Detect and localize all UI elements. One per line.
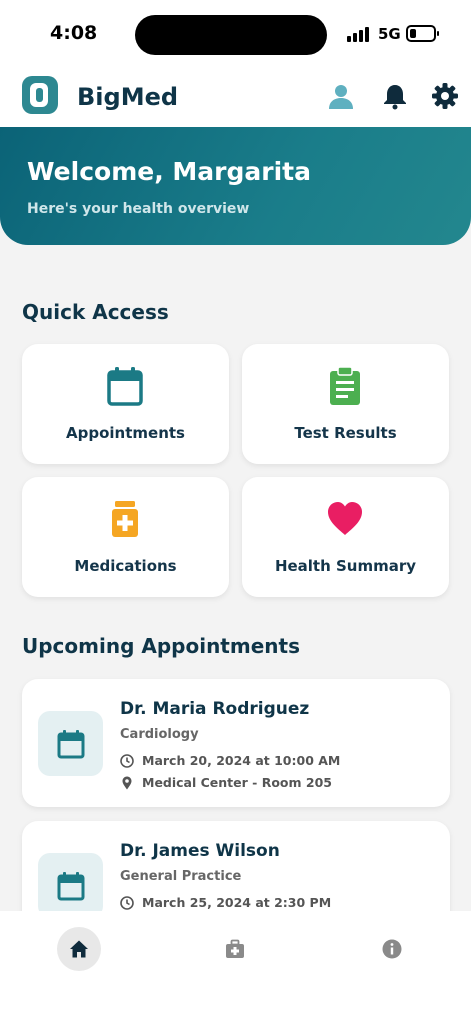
appointment-icon-box xyxy=(38,853,103,918)
bottom-nav xyxy=(0,911,471,1024)
doctor-specialty: Cardiology xyxy=(120,727,199,742)
medical-kit-icon xyxy=(226,939,244,958)
heart-icon xyxy=(328,502,362,535)
welcome-banner: Welcome, Margarita Here's your health ov… xyxy=(0,127,471,245)
quick-access-label: Health Summary xyxy=(274,557,417,575)
datetime-text: March 25, 2024 at 2:30 PM xyxy=(142,895,332,910)
pill-bottle-icon xyxy=(112,501,138,537)
nav-home-button[interactable] xyxy=(57,927,101,971)
status-bar: 4:08 5G xyxy=(0,0,471,66)
quick-access-health-summary[interactable]: Health Summary xyxy=(242,477,449,597)
doctor-name: Dr. Maria Rodriguez xyxy=(120,699,310,719)
app-header: BigMed xyxy=(0,66,471,128)
quick-access-label: Medications xyxy=(74,557,177,575)
calendar-icon xyxy=(57,730,85,759)
notifications-button[interactable] xyxy=(381,82,409,110)
quick-access-appointments[interactable]: Appointments xyxy=(22,344,229,464)
nav-medical-button[interactable] xyxy=(213,927,257,971)
home-icon xyxy=(70,940,88,958)
settings-button[interactable] xyxy=(431,82,459,110)
bell-icon xyxy=(384,85,406,110)
brand-name: BigMed xyxy=(77,83,179,111)
calendar-icon xyxy=(57,872,85,901)
user-icon xyxy=(329,85,353,109)
location-pin-icon xyxy=(122,776,132,790)
clipboard-icon xyxy=(330,366,360,405)
profile-button[interactable] xyxy=(327,82,355,110)
quick-access-medications[interactable]: Medications xyxy=(22,477,229,597)
signal-icon xyxy=(347,26,373,42)
gear-icon xyxy=(432,83,458,109)
dynamic-island xyxy=(135,15,327,55)
welcome-subtitle: Here's your health overview xyxy=(27,201,250,217)
doctor-name: Dr. James Wilson xyxy=(120,841,280,861)
doctor-specialty: General Practice xyxy=(120,869,242,884)
upcoming-appointments-title: Upcoming Appointments xyxy=(22,634,300,658)
quick-access-title: Quick Access xyxy=(22,300,169,324)
location-text: Medical Center - Room 205 xyxy=(142,775,332,790)
appointment-icon-box xyxy=(38,711,103,776)
battery-icon xyxy=(406,25,439,42)
quick-access-test-results[interactable]: Test Results xyxy=(242,344,449,464)
calendar-icon xyxy=(107,367,143,406)
clock-icon xyxy=(120,896,134,910)
status-time: 4:08 xyxy=(50,22,98,44)
datetime-text: March 20, 2024 at 10:00 AM xyxy=(142,753,341,768)
welcome-title: Welcome, Margarita xyxy=(27,157,311,186)
network-label: 5G xyxy=(378,25,401,43)
clock-icon xyxy=(120,754,134,768)
quick-access-label: Appointments xyxy=(66,424,185,442)
appointment-card[interactable]: Dr. Maria Rodriguez Cardiology March 20,… xyxy=(22,679,450,807)
quick-access-label: Test Results xyxy=(294,424,397,442)
info-icon xyxy=(382,939,402,959)
app-logo xyxy=(22,76,58,114)
nav-info-button[interactable] xyxy=(370,927,414,971)
